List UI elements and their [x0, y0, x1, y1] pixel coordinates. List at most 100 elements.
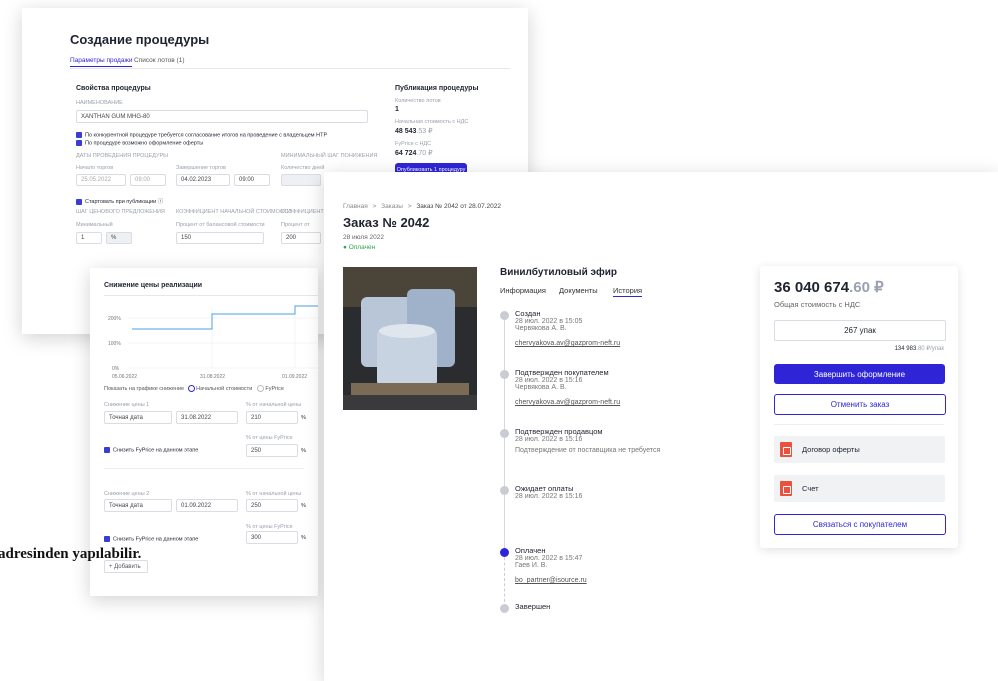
tab-params[interactable]: Параметры продажи: [70, 57, 133, 67]
panel-title: Создание процедуры: [70, 32, 210, 47]
start-date-input[interactable]: 25.05.2022: [76, 174, 126, 186]
pdf-icon: [780, 442, 792, 457]
tab-docs[interactable]: Документы: [559, 286, 598, 295]
history-step-completed: Завершен: [500, 602, 550, 613]
stage1-fy-label: % от цены FyPrice: [246, 435, 293, 441]
start-cost-value: 48 543.53 ₽: [395, 127, 433, 135]
pct-unit: %: [301, 503, 306, 509]
step-title: Подтвержден продавцом: [515, 427, 603, 436]
divider: [104, 295, 318, 296]
stage1-fy-checkbox[interactable]: Снизить FyPrice на данном этапе: [104, 447, 198, 453]
stage1-date-input[interactable]: 31.08.2022: [176, 411, 238, 424]
lots-value: 1: [395, 106, 399, 113]
stage1-label: Снижение цены 1: [104, 402, 150, 408]
divider: [104, 468, 304, 469]
step-person: Червякова А. В.: [515, 325, 567, 332]
order-title: Заказ № 2042: [343, 215, 430, 230]
step-note: Подтверждение от поставщика не требуется: [515, 447, 661, 454]
step-email-link[interactable]: chervyakova.av@gazprom-neft.ru: [515, 399, 620, 406]
step-email-link[interactable]: bo_partner@isource.ru: [515, 577, 587, 584]
start-on-publish-checkbox[interactable]: Стартовать при публикации ⓘ: [76, 197, 163, 205]
info-icon: ⓘ: [157, 199, 164, 205]
end-label: Завершение торгов: [176, 165, 226, 171]
price-step-label: ШАГ ЦЕНОВОГО ПРЕДЛОЖЕНИЯ: [76, 209, 165, 215]
end-date-input[interactable]: 04.02.2023: [176, 174, 230, 186]
pct-unit: %: [301, 415, 306, 421]
x-tick: 31.08.2022: [200, 374, 225, 380]
total-price: 36 040 674.60 ₽: [774, 278, 884, 296]
breadcrumb-current: Заказ № 2042 от 28.07.2022: [416, 203, 502, 210]
status-text: Оплачен: [348, 244, 376, 251]
total-main: 36 040 674: [774, 279, 850, 296]
document-label: Счет: [802, 484, 819, 493]
checkbox-icon: [104, 447, 110, 453]
percent2-input[interactable]: 200: [281, 232, 321, 244]
history-step-confirmed-buyer: Подтвержден покупателем 28 июл. 2022 в 1…: [500, 368, 620, 409]
breadcrumb-orders[interactable]: Заказы: [381, 203, 403, 210]
summary-card: 36 040 674.60 ₽ Общая стоимость с НДС 26…: [760, 266, 958, 548]
start-cost-label: Начальная стоимость с НДС: [395, 119, 469, 125]
step-title: Ожидает оплаты: [515, 484, 574, 493]
cancel-order-button[interactable]: Отменить заказ: [774, 394, 946, 415]
step-person: Гаев И. В.: [515, 562, 548, 569]
divider: [774, 424, 944, 425]
tab-history[interactable]: История: [613, 286, 643, 297]
start-time-input[interactable]: 09:00: [130, 174, 166, 186]
stage1-pct-input[interactable]: 210: [246, 411, 298, 424]
price-chart: 200% 100% 0% 05.06.2022 31.08.2022 01.09…: [108, 305, 318, 380]
stage2-fy-input[interactable]: 300: [246, 531, 298, 544]
dates-label: ДАТЫ ПРОВЕДЕНИЯ ПРОЦЕДУРЫ: [76, 153, 168, 159]
percent2-label: Процент от: [281, 222, 310, 228]
document-invoice[interactable]: Счет: [774, 475, 945, 502]
stage2-date-input[interactable]: 01.09.2022: [176, 499, 238, 512]
history-step-paid: Оплачен 28 июл. 2022 в 15:47 Гаев И. В. …: [500, 546, 587, 587]
tab-lots[interactable]: Список лотов (1): [134, 57, 185, 64]
stage2-type-select[interactable]: Точная дата: [104, 499, 172, 512]
stage1-type-select[interactable]: Точная дата: [104, 411, 172, 424]
unit-price: 134 983.80 ₽/упак: [895, 345, 944, 352]
checkbox-label: По конкурентной процедуре требуется согл…: [85, 132, 328, 139]
min-unit-select[interactable]: %: [106, 232, 132, 244]
unit-price-main: 134 983: [894, 346, 917, 352]
radio-initial[interactable]: Начальной стоимости: [187, 385, 253, 392]
step-dot: [500, 370, 509, 379]
contact-buyer-button[interactable]: Связаться с покупателем: [774, 514, 946, 535]
quantity-field[interactable]: 267 упак: [774, 320, 946, 341]
step-email-link[interactable]: chervyakova.av@gazprom-neft.ru: [515, 340, 620, 347]
x-tick: 01.09.2022: [282, 374, 307, 380]
radio-fyprice[interactable]: FyPrice: [256, 385, 284, 392]
checkbox-approval[interactable]: По конкурентной процедуре требуется согл…: [76, 132, 327, 138]
section-title: Свойства процедуры: [76, 85, 151, 92]
timeline: Создан 28 июл. 2022 в 15:05 Червякова А.…: [500, 309, 715, 613]
step-dot-active: [500, 548, 509, 557]
stage2-fy-checkbox[interactable]: Снизить FyPrice на данном этапе: [104, 536, 198, 542]
publication-title: Публикация процедуры: [395, 85, 479, 92]
name-label: НАИМЕНОВАНИЕ: [76, 100, 123, 106]
step-dot: [500, 429, 509, 438]
history-step-created: Создан 28 июл. 2022 в 15:05 Червякова А.…: [500, 309, 620, 350]
finish-button[interactable]: Завершить оформление: [774, 364, 945, 384]
show-chart-row: Показать на графике снижение Начальной с…: [104, 385, 284, 392]
document-offer[interactable]: Договор оферты: [774, 436, 945, 463]
step-title: Оплачен: [515, 546, 546, 555]
tab-info[interactable]: Информация: [500, 286, 546, 295]
fyprice-kop: .70 ₽: [416, 150, 433, 157]
min-step-label: МИНИМАЛЬНЫЙ ШАГ ПОНИЖЕНИЯ: [281, 153, 378, 159]
history-step-awaiting-payment: Ожидает оплаты 28 июл. 2022 в 15:16: [500, 484, 582, 500]
checkbox-offer[interactable]: По процедуре возможно оформление оферты: [76, 140, 203, 146]
radio-icon: [256, 385, 264, 392]
step-time: 28 июл. 2022 в 15:16: [515, 377, 583, 384]
min-input[interactable]: 1: [76, 232, 102, 244]
step-title: Создан: [515, 309, 541, 318]
radio-label: Начальной стоимости: [196, 385, 253, 392]
percent-input[interactable]: 150: [176, 232, 264, 244]
checkbox-label: Снизить FyPrice на данном этапе: [113, 536, 199, 543]
qty-input[interactable]: [281, 174, 321, 186]
name-input[interactable]: XANTHAN GUM MHG-80: [76, 110, 368, 123]
end-time-input[interactable]: 09:00: [234, 174, 270, 186]
start-label: Начало торгов: [76, 165, 114, 171]
stage2-pct-input[interactable]: 250: [246, 499, 298, 512]
stage1-fy-input[interactable]: 250: [246, 444, 298, 457]
fyprice-value: 64 724.70 ₽: [395, 149, 433, 157]
breadcrumb-home[interactable]: Главная: [343, 203, 368, 210]
